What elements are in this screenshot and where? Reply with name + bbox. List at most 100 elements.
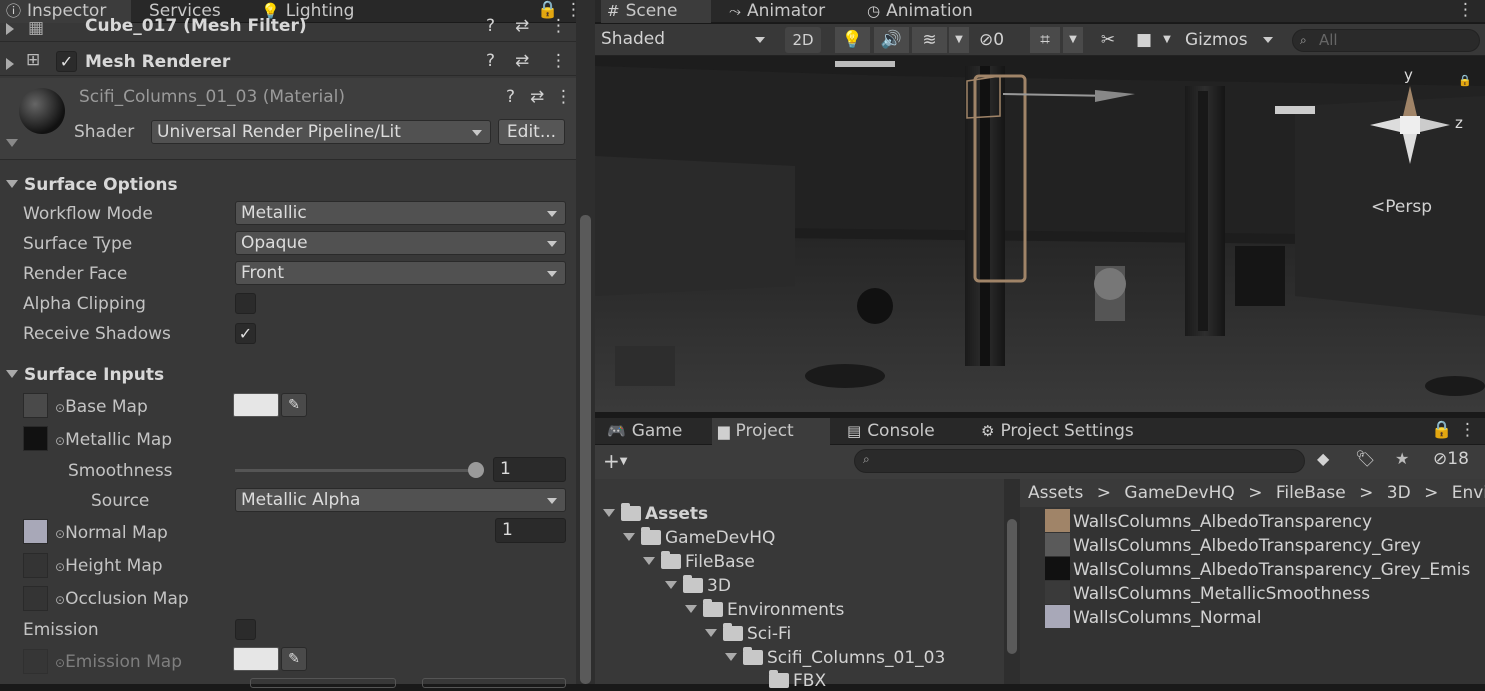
emission-map-label[interactable]: ⊙Emission Map — [55, 652, 182, 672]
scene-search-input[interactable]: ⌕ All — [1292, 29, 1480, 52]
tab-project[interactable]: ▆ Project — [712, 418, 830, 445]
emission-checkbox[interactable] — [235, 619, 256, 640]
mesh-renderer-header[interactable]: ⊞ ✓ Mesh Renderer ? ⇄ ⋮ — [0, 48, 576, 76]
base-map-label[interactable]: ⊙Base Map — [55, 397, 148, 417]
lighting-toggle-icon[interactable]: 💡 — [835, 27, 870, 53]
mesh-filter-header[interactable]: ▦ Cube_017 (Mesh Filter) ? ⇄ ⋮ — [0, 16, 576, 42]
settings-sliders-icon[interactable]: ⇄ — [515, 16, 529, 36]
camera-dropdown-icon[interactable]: ▼ — [1159, 27, 1175, 53]
render-face-dropdown[interactable]: Front — [235, 261, 566, 285]
scrollbar-thumb[interactable] — [1007, 519, 1017, 654]
edit-shader-button[interactable]: Edit... — [498, 119, 565, 145]
tree-item-scifi-columns[interactable]: Scifi_Columns_01_03 — [725, 647, 945, 668]
effects-toggle-icon[interactable]: ≋ — [912, 27, 947, 53]
breadcrumb-item[interactable]: FileBase — [1276, 483, 1346, 503]
help-icon[interactable]: ? — [486, 51, 495, 71]
label-tag-icon[interactable]: 🏷 — [1355, 449, 1375, 468]
help-icon[interactable]: ? — [506, 87, 515, 107]
tree-item-assets[interactable]: Assets — [603, 503, 708, 524]
normal-map-label[interactable]: ⊙Normal Map — [55, 523, 168, 543]
tree-item-environments[interactable]: Environments — [685, 599, 844, 620]
tab-console[interactable]: ▤ Console — [841, 420, 961, 443]
effects-dropdown-icon[interactable]: ▼ — [949, 27, 969, 53]
settings-sliders-icon[interactable]: ⇄ — [530, 87, 544, 107]
scrollbar-thumb[interactable] — [580, 215, 591, 684]
hidden-packages-toggle[interactable]: ⊘18 — [1433, 449, 1469, 469]
receive-shadows-checkbox[interactable]: ✓ — [235, 323, 256, 344]
kebab-menu-icon[interactable]: ⋮ — [555, 87, 572, 107]
breadcrumb-item[interactable]: 3D — [1387, 483, 1411, 503]
normal-map-texture-slot[interactable] — [23, 519, 48, 544]
shader-dropdown[interactable]: Universal Render Pipeline/Lit — [151, 120, 491, 144]
favorite-star-icon[interactable]: ★ — [1395, 449, 1409, 468]
occlusion-map-texture-slot[interactable] — [23, 586, 48, 611]
asset-item[interactable]: WallsColumns_Normal — [1045, 605, 1261, 628]
asset-item[interactable]: WallsColumns_MetallicSmoothness — [1045, 581, 1370, 604]
base-map-color[interactable] — [233, 393, 279, 417]
height-map-texture-slot[interactable] — [23, 553, 48, 578]
kebab-menu-icon[interactable]: ⋮ — [550, 16, 567, 36]
grid-snap-icon[interactable]: ⌗ — [1030, 27, 1060, 53]
tab-animator[interactable]: ⤳ Animator — [723, 0, 843, 23]
lock-icon[interactable]: 🔒 — [1458, 74, 1472, 87]
filter-by-type-icon[interactable]: ◆ — [1317, 449, 1329, 468]
breadcrumb-item[interactable]: GameDevHQ — [1124, 483, 1234, 503]
help-icon[interactable]: ? — [486, 16, 495, 36]
metallic-map-texture-slot[interactable] — [23, 426, 48, 451]
tree-item-fbx[interactable]: FBX — [769, 670, 826, 691]
workflow-mode-dropdown[interactable]: Metallic — [235, 201, 566, 225]
tab-scene[interactable]: # Scene — [601, 0, 711, 23]
scene-render[interactable] — [595, 56, 1485, 412]
kebab-menu-icon[interactable]: ⋮ — [550, 51, 567, 71]
occlusion-map-label[interactable]: ⊙Occlusion Map — [55, 589, 189, 609]
emission-color[interactable] — [233, 647, 279, 671]
projection-toggle[interactable]: <Persp — [1371, 197, 1432, 217]
tools-icon[interactable]: ✂ — [1095, 27, 1121, 53]
create-button[interactable]: +▼ — [603, 448, 643, 474]
orientation-gizmo[interactable]: y z 🔒 — [1360, 66, 1480, 196]
asset-item[interactable]: WallsColumns_AlbedoTransparency_Grey — [1045, 533, 1421, 556]
asset-item[interactable]: WallsColumns_AlbedoTransparency_Grey_Emi… — [1045, 557, 1470, 580]
source-dropdown[interactable]: Metallic Alpha — [235, 488, 566, 512]
normal-scale-field[interactable]: 1 — [495, 518, 566, 543]
inspector-scrollbar[interactable] — [576, 0, 595, 684]
project-search-input[interactable]: ⌕ — [854, 449, 1305, 473]
scene-viewport[interactable]: y z 🔒 <Persp — [595, 56, 1485, 412]
tree-item-3d[interactable]: 3D — [665, 575, 731, 596]
kebab-menu-icon[interactable]: ⋮ — [1459, 420, 1476, 440]
breadcrumb-item[interactable]: Environm — [1452, 483, 1485, 503]
smoothness-slider-handle[interactable] — [468, 462, 484, 478]
hidden-objects-toggle[interactable]: ⊘0 — [979, 27, 1019, 53]
eyedropper-icon[interactable]: ✎ — [281, 647, 307, 671]
mesh-renderer-enabled-checkbox[interactable]: ✓ — [56, 51, 77, 72]
2d-toggle-button[interactable]: 2D — [785, 27, 821, 53]
asset-item[interactable]: WallsColumns_AlbedoTransparency — [1045, 509, 1372, 532]
metallic-map-label[interactable]: ⊙Metallic Map — [55, 430, 172, 450]
tab-game[interactable]: 🎮 Game — [601, 420, 703, 443]
height-map-label[interactable]: ⊙Height Map — [55, 556, 163, 576]
tree-scrollbar[interactable] — [1004, 479, 1020, 684]
base-map-texture-slot[interactable] — [23, 393, 48, 418]
smoothness-field[interactable]: 1 — [493, 457, 566, 482]
tree-item-filebase[interactable]: FileBase — [643, 551, 755, 572]
tree-item-gamedevhq[interactable]: GameDevHQ — [623, 527, 775, 548]
kebab-menu-icon[interactable]: ⋮ — [1457, 0, 1474, 20]
shading-mode-dropdown[interactable]: Shaded — [595, 26, 775, 53]
alpha-clipping-checkbox[interactable] — [235, 293, 256, 314]
surface-type-dropdown[interactable]: Opaque — [235, 231, 566, 255]
tree-item-sci-fi[interactable]: Sci-Fi — [705, 623, 791, 644]
camera-icon[interactable]: ■ — [1131, 27, 1157, 53]
settings-sliders-icon[interactable]: ⇄ — [515, 51, 529, 71]
eyedropper-icon[interactable]: ✎ — [281, 393, 307, 417]
breadcrumb-item[interactable]: Assets — [1028, 483, 1083, 503]
gizmos-dropdown[interactable]: Gizmos — [1185, 27, 1280, 53]
smoothness-slider-track[interactable] — [235, 469, 478, 472]
emission-map-texture-slot[interactable] — [23, 649, 48, 674]
audio-toggle-icon[interactable]: 🔊 — [874, 27, 909, 53]
tab-animation[interactable]: ◷ Animation — [861, 0, 991, 23]
grid-dropdown-icon[interactable]: ▼ — [1063, 27, 1083, 53]
tab-project-settings[interactable]: ⚙ Project Settings — [975, 420, 1155, 443]
lock-icon[interactable]: 🔒 — [1431, 420, 1452, 440]
surface-inputs-foldout[interactable]: Surface Inputs — [6, 365, 164, 385]
surface-options-foldout[interactable]: Surface Options — [6, 175, 178, 195]
